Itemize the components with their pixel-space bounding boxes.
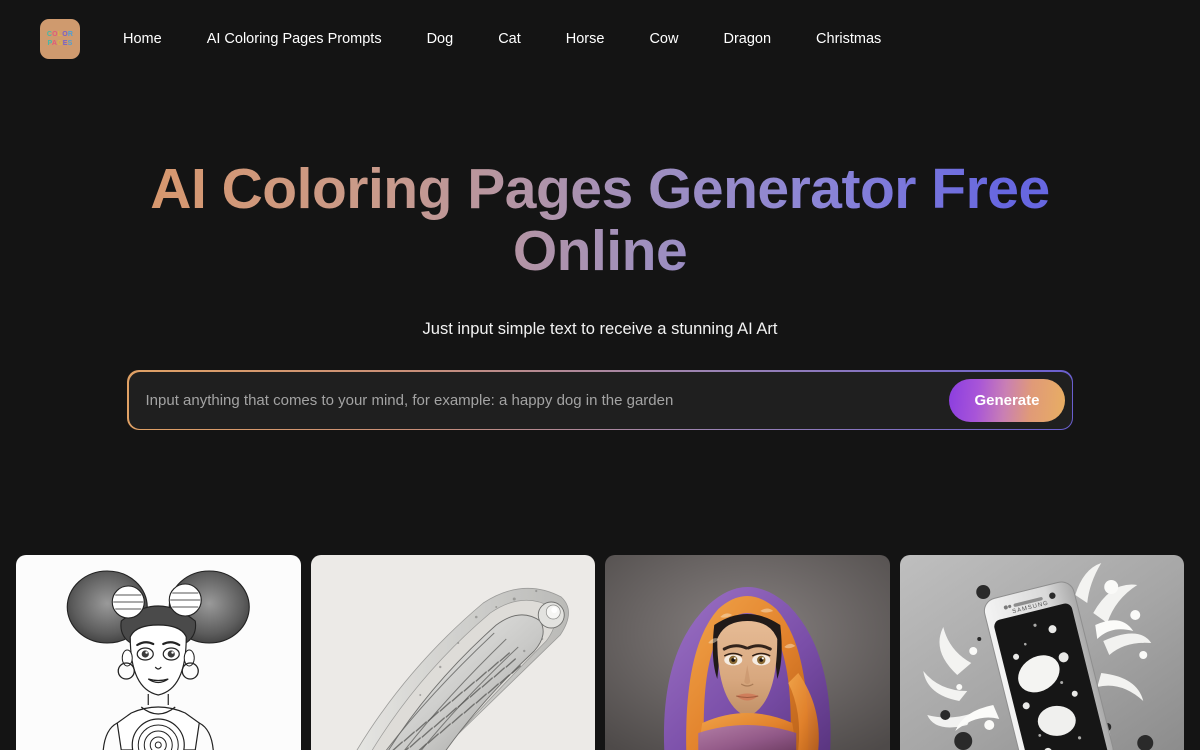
- nav-link-dragon[interactable]: Dragon: [723, 31, 771, 47]
- gallery-strip: SAMSUNG: [16, 555, 1184, 750]
- nav-link-horse[interactable]: Horse: [566, 31, 605, 47]
- corn-pencil-sketch-illustration: [310, 555, 595, 750]
- top-navigation-bar: COLOR PAGES Home AI Coloring Pages Promp…: [0, 0, 1200, 78]
- card-girl-afro-puffs-coloring-page[interactable]: [16, 555, 301, 750]
- prompt-search-inner: Generate: [128, 371, 1072, 429]
- nav-link-home[interactable]: Home: [123, 31, 162, 47]
- nav-link-ai-coloring-pages-prompts[interactable]: AI Coloring Pages Prompts: [207, 31, 382, 47]
- hero-section: AI Coloring Pages Generator Free Online …: [0, 78, 1200, 430]
- card-corn-pencil-sketch[interactable]: [310, 555, 595, 750]
- nav-links: Home AI Coloring Pages Prompts Dog Cat H…: [123, 31, 881, 47]
- page-root: COLOR PAGES Home AI Coloring Pages Promp…: [0, 0, 1200, 750]
- prompt-search-bar: Generate: [127, 370, 1073, 430]
- prompt-input[interactable]: [145, 371, 950, 429]
- card-smartphone-milk-splash[interactable]: SAMSUNG: [899, 555, 1184, 750]
- generate-button[interactable]: Generate: [949, 378, 1065, 422]
- smartphone-milk-splash-illustration: SAMSUNG: [899, 555, 1184, 750]
- logo-line-1: COLOR: [46, 31, 74, 38]
- card-woman-orange-purple-headscarf[interactable]: [605, 555, 890, 750]
- nav-link-christmas[interactable]: Christmas: [816, 31, 881, 47]
- nav-link-cat[interactable]: Cat: [498, 31, 521, 47]
- page-title: AI Coloring Pages Generator Free Online: [120, 158, 1080, 282]
- girl-afro-puffs-illustration: [16, 555, 301, 750]
- hero-subtitle: Just input simple text to receive a stun…: [422, 320, 778, 338]
- nav-link-dog[interactable]: Dog: [427, 31, 454, 47]
- logo-line-2: PAGES: [47, 40, 73, 47]
- woman-headscarf-portrait: [605, 555, 890, 750]
- nav-link-cow[interactable]: Cow: [649, 31, 678, 47]
- color-pages-logo[interactable]: COLOR PAGES: [40, 19, 80, 59]
